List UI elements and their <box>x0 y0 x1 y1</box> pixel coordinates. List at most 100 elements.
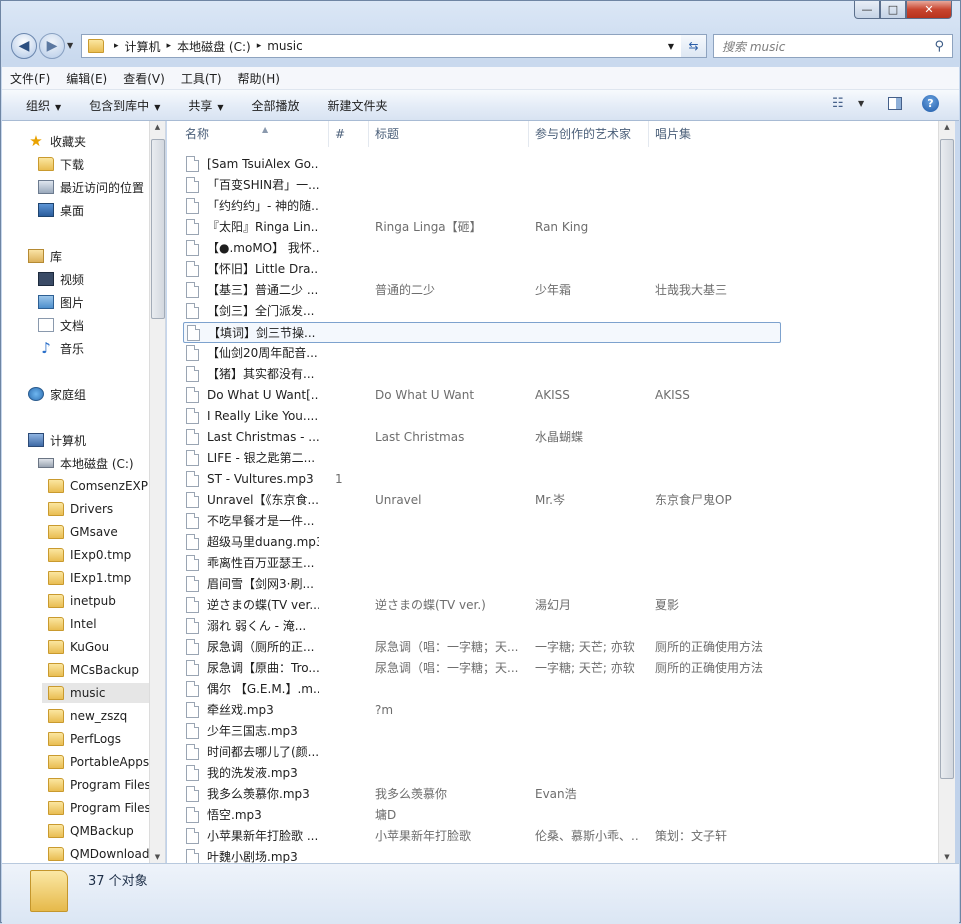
file-list-scrollbar[interactable]: ▲ ▼ <box>938 121 955 863</box>
file-row[interactable]: 尿急调（厕所的正... 尿急调（唱：一字糖；天... 一字糖; 天芒; 亦软 厕所的正… <box>183 637 781 658</box>
nav-homegroup[interactable]: 家庭组 <box>28 384 86 404</box>
column-artist[interactable]: 参与创作的艺术家 <box>529 121 649 147</box>
nav-folder-comsenzexp[interactable]: ComsenzEXP <box>48 476 148 496</box>
nav-folder-portableapps[interactable]: PortableApps <box>48 752 149 772</box>
scroll-up-arrow-icon[interactable]: ▲ <box>150 123 165 131</box>
column-number[interactable]: # <box>329 121 369 147</box>
file-row[interactable]: [Sam TsuiAlex Go... <box>183 154 781 175</box>
nav-downloads[interactable]: 下载 <box>38 154 84 174</box>
nav-libraries[interactable]: 库 <box>28 246 62 266</box>
file-row[interactable]: 【●.moMO】 我怀... <box>183 238 781 259</box>
breadcrumb-local-disk[interactable]: 本地磁盘 (C:) <box>177 38 251 55</box>
nav-folder-mcsbackup[interactable]: MCsBackup <box>48 660 139 680</box>
scroll-up-arrow-icon[interactable]: ▲ <box>939 123 955 131</box>
nav-folder-qmbackup[interactable]: QMBackup <box>48 821 134 841</box>
file-row[interactable]: 【怀旧】Little Dra... <box>183 259 781 280</box>
file-row[interactable]: 『太阳』Ringa Lin... Ringa Linga【砸】 Ran King <box>183 217 781 238</box>
column-album[interactable]: 唱片集 <box>649 121 789 147</box>
file-row[interactable]: 乖离性百万亚瑟王... <box>183 553 781 574</box>
column-name[interactable]: 名称 ▲ <box>179 121 329 147</box>
nav-computer[interactable]: 计算机 <box>28 430 86 450</box>
column-title[interactable]: 标题 <box>369 121 529 147</box>
nav-folder-program-files-x86[interactable]: Program Files <box>48 798 149 818</box>
nav-favorites[interactable]: ★ 收藏夹 <box>28 131 86 151</box>
include-in-library-button[interactable]: 包含到库中 ▼ <box>75 97 174 114</box>
close-button[interactable]: ✕ <box>906 1 952 19</box>
nav-folder-qmdownload[interactable]: QMDownload <box>48 844 149 863</box>
file-row[interactable]: 偶尔 【G.E.M.】.m... <box>183 679 781 700</box>
file-row[interactable]: I Really Like You.... <box>183 406 781 427</box>
scroll-down-arrow-icon[interactable]: ▼ <box>939 853 955 861</box>
file-row[interactable]: Last Christmas - ... Last Christmas 水晶蝴蝶 <box>183 427 781 448</box>
file-row[interactable]: 叶魏小剧场.mp3 <box>183 847 781 863</box>
file-row[interactable]: ST - Vultures.mp3 1 <box>183 469 781 490</box>
file-row[interactable]: 小苹果新年打脸歌 ... 小苹果新年打脸歌 伦桑、慕斯小乖、... 策划：文子轩 <box>183 826 781 847</box>
navigation-scroll-thumb[interactable] <box>151 139 165 319</box>
file-row[interactable]: 逆さまの蝶(TV ver.... 逆さまの蝶(TV ver.) 湯幻月 夏影 <box>183 595 781 616</box>
nav-folder-perflogs[interactable]: PerfLogs <box>48 729 121 749</box>
nav-recent-places[interactable]: 最近访问的位置 <box>38 177 144 197</box>
file-row[interactable]: 时间都去哪儿了(颜... <box>183 742 781 763</box>
file-row[interactable]: 尿急调【原曲：Tro... 尿急调（唱：一字糖；天... 一字糖; 天芒; 亦软 厕所… <box>183 658 781 679</box>
address-dropdown-icon[interactable]: ▼ <box>668 42 674 51</box>
file-row[interactable]: 超级马里duang.mp3 <box>183 532 781 553</box>
breadcrumb-separator[interactable]: ▸ <box>114 41 119 51</box>
nav-folder-kugou[interactable]: KuGou <box>48 637 109 657</box>
menu-file[interactable]: 文件(F) <box>2 70 58 87</box>
file-row[interactable]: 眉间雪【剑网3·刷... <box>183 574 781 595</box>
nav-folder-intel[interactable]: Intel <box>48 614 97 634</box>
file-row[interactable]: 【填词】剑三节操... <box>183 322 781 343</box>
menu-edit[interactable]: 编辑(E) <box>58 70 115 87</box>
nav-folder-music[interactable]: music <box>42 683 149 703</box>
maximize-button[interactable]: □ <box>880 1 906 19</box>
search-input[interactable]: 搜索 music <box>714 38 934 55</box>
menu-tools[interactable]: 工具(T) <box>173 70 230 87</box>
search-icon[interactable]: ⚲ <box>934 39 952 54</box>
help-icon[interactable]: ? <box>922 95 939 112</box>
nav-pictures[interactable]: 图片 <box>38 292 84 312</box>
file-row[interactable]: 我的洗发液.mp3 <box>183 763 781 784</box>
file-row[interactable]: 「百变SHIN君」一... <box>183 175 781 196</box>
view-options-icon[interactable]: ☷ <box>832 96 844 111</box>
back-button[interactable]: ◀ <box>11 33 37 59</box>
nav-folder-iexp0[interactable]: IExp0.tmp <box>48 545 131 565</box>
organize-button[interactable]: 组织 ▼ <box>2 97 75 114</box>
minimize-button[interactable]: — <box>854 1 880 19</box>
file-row[interactable]: Unravel【《东京食... Unravel Mr.岑 东京食尸鬼OP <box>183 490 781 511</box>
file-row[interactable]: 【仙剑20周年配音... <box>183 343 781 364</box>
file-row[interactable]: 牵丝戏.mp3 ?m <box>183 700 781 721</box>
breadcrumb-music[interactable]: music <box>267 39 302 53</box>
file-row[interactable]: 溺れ 弱くん - 淹... <box>183 616 781 637</box>
recent-pages-dropdown[interactable]: ▼ <box>67 41 73 50</box>
file-row[interactable]: 【基三】普通二少 ... 普通的二少 少年霜 壮哉我大基三 <box>183 280 781 301</box>
breadcrumb-separator[interactable]: ▸ <box>167 41 172 51</box>
preview-pane-icon[interactable] <box>888 97 902 110</box>
scroll-down-arrow-icon[interactable]: ▼ <box>150 853 165 861</box>
forward-button[interactable]: ▶ <box>39 33 65 59</box>
navigation-scrollbar[interactable]: ▲ ▼ <box>149 121 166 863</box>
nav-folder-iexp1[interactable]: IExp1.tmp <box>48 568 131 588</box>
file-row[interactable]: 不吃早餐才是一件... <box>183 511 781 532</box>
file-row[interactable]: 【猪】其实都没有... <box>183 364 781 385</box>
breadcrumb-computer[interactable]: 计算机 <box>125 38 161 55</box>
file-row[interactable]: 【剑三】全门派发... <box>183 301 781 322</box>
nav-folder-program-files[interactable]: Program Files <box>48 775 149 795</box>
address-bar[interactable]: ▸ 计算机 ▸ 本地磁盘 (C:) ▸ music ▼ <box>81 34 707 58</box>
nav-documents[interactable]: 文档 <box>38 315 84 335</box>
file-row[interactable]: 少年三国志.mp3 <box>183 721 781 742</box>
file-list-scroll-thumb[interactable] <box>940 139 954 779</box>
search-box[interactable]: 搜索 music ⚲ <box>713 34 953 58</box>
nav-folder-drivers[interactable]: Drivers <box>48 499 113 519</box>
view-dropdown-icon[interactable]: ▼ <box>858 99 864 108</box>
file-row[interactable]: LIFE - 银之匙第二... <box>183 448 781 469</box>
file-row[interactable]: 我多么羡慕你.mp3 我多么羡慕你 Evan浩 <box>183 784 781 805</box>
file-row[interactable]: 「约约约」- 神的随... <box>183 196 781 217</box>
menu-view[interactable]: 查看(V) <box>115 70 173 87</box>
nav-local-disk[interactable]: 本地磁盘 (C:) <box>38 453 134 473</box>
play-all-button[interactable]: 全部播放 <box>238 97 314 114</box>
file-row[interactable]: 悟空.mp3 墉D <box>183 805 781 826</box>
nav-videos[interactable]: 视频 <box>38 269 84 289</box>
nav-folder-gmsave[interactable]: GMsave <box>48 522 118 542</box>
breadcrumb-separator[interactable]: ▸ <box>257 41 262 51</box>
nav-folder-new-zszq[interactable]: new_zszq <box>48 706 127 726</box>
